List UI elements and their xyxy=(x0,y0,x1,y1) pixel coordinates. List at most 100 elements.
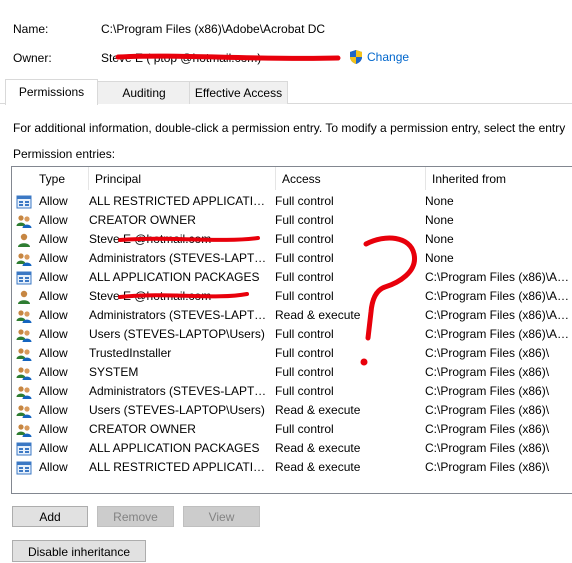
add-button[interactable]: Add xyxy=(12,506,88,527)
user-icon xyxy=(16,232,32,248)
permission-row[interactable]: Allow CREATOR OWNER Full control None xyxy=(12,211,572,230)
permission-row[interactable]: Allow SYSTEM Full control C:\Program Files … xyxy=(12,363,572,382)
permission-type: Allow xyxy=(39,308,68,322)
remove-button[interactable]: Remove xyxy=(97,506,174,527)
permission-type: Allow xyxy=(39,232,68,246)
permission-inherited-from: C:\Program Files (x86)\ xyxy=(425,441,550,455)
change-owner-link[interactable]: Change xyxy=(348,49,409,65)
permission-type: Allow xyxy=(39,270,68,284)
group-icon xyxy=(16,346,32,362)
group-icon xyxy=(16,213,32,229)
permission-rows: Allow ALL RESTRICTED APPLICATION PACKAGES… xyxy=(12,192,572,477)
permission-access: Full control xyxy=(275,384,334,398)
permission-type: Allow xyxy=(39,251,68,265)
permission-principal: TrustedInstaller xyxy=(89,346,172,360)
info-text: For additional information, double-click… xyxy=(13,121,566,135)
permission-inherited-from: C:\Program Files (x86)\ xyxy=(425,346,550,360)
permission-entries-label: Permission entries: xyxy=(13,147,116,161)
permission-access: Read & execute xyxy=(275,308,361,322)
permission-inherited-from: C:\Program Files (x86)\Adobe\ xyxy=(425,308,572,322)
permission-principal: ALL RESTRICTED APPLICATION PACKAGES xyxy=(89,194,269,208)
permission-type: Allow xyxy=(39,346,68,360)
permission-access: Full control xyxy=(275,422,334,436)
permission-principal: SYSTEM xyxy=(89,365,139,379)
app-package-icon xyxy=(16,194,32,210)
group-icon xyxy=(16,384,32,400)
permission-inherited-from: C:\Program Files (x86)\ xyxy=(425,422,550,436)
change-link-label: Change xyxy=(367,50,410,64)
permission-principal: Steve E @hotmail.com xyxy=(89,232,212,246)
permission-principal: ALL APPLICATION PACKAGES xyxy=(89,270,260,284)
owner-value: Steve E ( ptop @hotmail.com) xyxy=(101,51,262,65)
column-header-access[interactable]: Access xyxy=(276,167,426,190)
permission-type: Allow xyxy=(39,194,68,208)
permission-access: Full control xyxy=(275,251,334,265)
permission-principal: Administrators (STEVES-LAPTOP\Administra… xyxy=(89,251,269,265)
permission-row[interactable]: Allow ALL RESTRICTED APPLICATION PACKAGES… xyxy=(12,458,572,477)
permission-access: Full control xyxy=(275,289,334,303)
permission-principal: ALL RESTRICTED APPLICATION PACKAGES xyxy=(89,460,269,474)
permission-inherited-from: None xyxy=(425,213,454,227)
view-button[interactable]: View xyxy=(183,506,260,527)
permission-access: Full control xyxy=(275,232,334,246)
permission-row[interactable]: Allow Steve E @hotmail.com Full control C:\… xyxy=(12,287,572,306)
permission-access: Full control xyxy=(275,346,334,360)
permission-access: Full control xyxy=(275,327,334,341)
permission-row[interactable]: Allow ALL RESTRICTED APPLICATION PACKAGES… xyxy=(12,192,572,211)
permission-row[interactable]: Allow Administrators (STEVES-LAPTOP\Admin… xyxy=(12,306,572,325)
name-label: Name: xyxy=(13,22,49,36)
tab-permissions[interactable]: Permissions xyxy=(5,79,98,105)
permission-type: Allow xyxy=(39,289,68,303)
permission-type: Allow xyxy=(39,365,68,379)
app-package-icon xyxy=(16,441,32,457)
permission-entries-list[interactable]: Type Principal Access Inherited from All… xyxy=(11,166,572,494)
column-header-principal[interactable]: Principal xyxy=(89,167,276,190)
permission-type: Allow xyxy=(39,384,68,398)
group-icon xyxy=(16,327,32,343)
group-icon xyxy=(16,308,32,324)
permission-principal: ALL APPLICATION PACKAGES xyxy=(89,441,260,455)
permission-type: Allow xyxy=(39,441,68,455)
permission-type: Allow xyxy=(39,422,68,436)
permission-type: Allow xyxy=(39,403,68,417)
permission-row[interactable]: Allow Steve E @hotmail.com Full control Non… xyxy=(12,230,572,249)
permission-access: Read & execute xyxy=(275,403,361,417)
permission-inherited-from: C:\Program Files (x86)\ xyxy=(425,403,550,417)
permission-type: Allow xyxy=(39,213,68,227)
tab-effective-access[interactable]: Effective Access xyxy=(189,81,288,104)
permission-access: Read & execute xyxy=(275,441,361,455)
permission-access: Full control xyxy=(275,270,334,284)
permission-access: Full control xyxy=(275,365,334,379)
permission-inherited-from: C:\Program Files (x86)\Adobe\ xyxy=(425,270,572,284)
permission-row[interactable]: Allow Administrators (STEVES-LAPTOP\Admin… xyxy=(12,382,572,401)
permission-row[interactable]: Allow Administrators (STEVES-LAPTOP\Admin… xyxy=(12,249,572,268)
permission-row[interactable]: Allow ALL APPLICATION PACKAGES Read & exec… xyxy=(12,439,572,458)
permission-row[interactable]: Allow Users (STEVES-LAPTOP\Users) Full con… xyxy=(12,325,572,344)
group-icon xyxy=(16,403,32,419)
group-icon xyxy=(16,365,32,381)
permission-inherited-from: C:\Program Files (x86)\Adobe\ xyxy=(425,327,572,341)
permission-principal: CREATOR OWNER xyxy=(89,213,196,227)
uac-shield-icon xyxy=(348,49,364,65)
permission-inherited-from: None xyxy=(425,194,454,208)
app-package-icon xyxy=(16,270,32,286)
permission-principal: Users (STEVES-LAPTOP\Users) xyxy=(89,327,265,341)
permission-row[interactable]: Allow Users (STEVES-LAPTOP\Users) Read & e… xyxy=(12,401,572,420)
permission-inherited-from: C:\Program Files (x86)\ xyxy=(425,384,550,398)
owner-label: Owner: xyxy=(13,51,52,65)
permission-row[interactable]: Allow TrustedInstaller Full control C:\Prog… xyxy=(12,344,572,363)
permission-inherited-from: C:\Program Files (x86)\Adobe\ xyxy=(425,289,572,303)
column-header-inherited-from[interactable]: Inherited from xyxy=(426,167,572,190)
permission-row[interactable]: Allow CREATOR OWNER Full control C:\Program… xyxy=(12,420,572,439)
object-name-value: C:\Program Files (x86)\Adobe\Acrobat DC xyxy=(101,22,326,36)
permission-principal: Administrators (STEVES-LAPTOP\Administra… xyxy=(89,308,269,322)
column-header-type[interactable]: Type xyxy=(33,167,89,190)
tab-auditing[interactable]: Auditing xyxy=(97,81,191,104)
permission-row[interactable]: Allow ALL APPLICATION PACKAGES Full contro… xyxy=(12,268,572,287)
permission-access: Read & execute xyxy=(275,460,361,474)
permission-access: Full control xyxy=(275,213,334,227)
permission-inherited-from: None xyxy=(425,232,454,246)
permission-access: Full control xyxy=(275,194,334,208)
permission-principal: Steve E @hotmail.com xyxy=(89,289,212,303)
permission-type: Allow xyxy=(39,460,68,474)
